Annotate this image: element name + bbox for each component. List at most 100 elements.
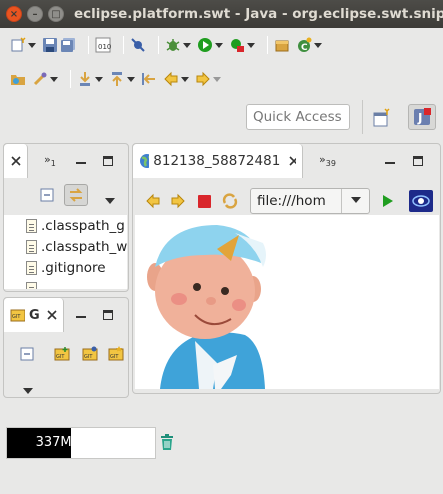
eclipse-icon[interactable] — [409, 190, 433, 212]
svg-text:GIT: GIT — [84, 354, 93, 360]
browser-overflow-tabs[interactable]: »39 — [319, 153, 336, 168]
browser-go-icon[interactable] — [381, 194, 395, 211]
browser-tab[interactable]: 812138_58872481 — [133, 144, 303, 178]
browser-tabbar: 812138_58872481 »39 — [133, 144, 440, 178]
url-input[interactable]: file:///hom — [257, 193, 326, 209]
browser-stop-icon[interactable] — [198, 195, 211, 211]
window-minimize-button[interactable]: – — [27, 6, 43, 22]
collapse-all-icon[interactable] — [40, 188, 54, 205]
file-icon — [26, 218, 37, 233]
close-icon[interactable] — [46, 309, 57, 321]
next-annotation-icon[interactable] — [77, 71, 93, 87]
window-maximize-button[interactable]: □ — [48, 6, 64, 22]
new-class-dropdown-icon[interactable] — [314, 37, 322, 53]
svg-text:GIT: GIT — [56, 354, 65, 360]
svg-text:GIT: GIT — [110, 354, 119, 360]
external-tools-icon[interactable] — [229, 37, 245, 53]
package-explorer-tabbar: »1 — [4, 144, 128, 178]
file-name: .classpath_w — [41, 238, 127, 255]
minimize-icon[interactable] — [76, 316, 86, 318]
svg-text:J: J — [417, 111, 422, 125]
file-icon — [26, 281, 37, 289]
browser-refresh-icon[interactable] — [222, 193, 238, 212]
new-class-icon[interactable]: C — [296, 37, 312, 53]
quick-access-field[interactable]: Quick Access — [246, 104, 350, 130]
title-bar: × – □ eclipse.platform.swt - Java - org.… — [0, 0, 443, 28]
window-title: eclipse.platform.swt - Java - org.eclips… — [74, 6, 443, 22]
skip-breakpoints-icon[interactable] — [130, 37, 146, 53]
toolbar-separator — [267, 36, 268, 54]
new-package-icon[interactable] — [274, 37, 290, 53]
open-perspective-icon[interactable] — [372, 108, 392, 128]
minimize-icon[interactable] — [76, 162, 86, 164]
search-dropdown-icon[interactable] — [50, 71, 58, 87]
git-tabbar: GIT G — [4, 298, 128, 332]
save-all-icon[interactable] — [60, 37, 76, 53]
toolbar-separator — [70, 70, 71, 88]
package-explorer-tree: .classpath_g .classpath_w .gitignore — [4, 215, 127, 289]
java-perspective-button[interactable]: J — [408, 104, 436, 130]
list-item[interactable]: .classpath_w — [4, 236, 127, 257]
browser-forward-icon[interactable] — [170, 193, 186, 212]
browser-page[interactable] — [135, 215, 439, 389]
svg-text:010: 010 — [98, 43, 111, 51]
explorer-overflow-tabs[interactable]: »1 — [44, 153, 56, 168]
package-explorer-tab[interactable] — [4, 144, 28, 178]
heap-status-bar[interactable]: 337M of 792M — [6, 427, 156, 459]
globe-icon — [140, 154, 150, 168]
previous-annotation-dropdown-icon[interactable] — [127, 71, 135, 87]
clone-repository-icon[interactable]: GIT — [82, 346, 98, 365]
svg-text:C: C — [301, 43, 308, 53]
list-item[interactable]: .gitignore — [4, 257, 127, 278]
view-menu-icon[interactable] — [23, 383, 33, 397]
collapse-all-icon[interactable] — [20, 347, 34, 364]
link-with-editor-button[interactable] — [64, 184, 88, 206]
forward-dropdown-icon[interactable] — [213, 71, 221, 87]
run-dropdown-icon[interactable] — [215, 37, 223, 53]
last-edit-icon[interactable] — [141, 71, 157, 87]
close-icon[interactable] — [288, 155, 296, 167]
file-icon — [26, 239, 37, 254]
minimize-icon[interactable] — [385, 162, 395, 164]
debug-icon[interactable] — [165, 37, 181, 53]
browser-back-icon[interactable] — [145, 193, 161, 212]
toolbar-separator — [88, 36, 89, 54]
next-annotation-dropdown-icon[interactable] — [95, 71, 103, 87]
maximize-icon[interactable] — [413, 156, 423, 166]
open-folder-icon[interactable] — [10, 71, 26, 87]
back-dropdown-icon[interactable] — [181, 71, 189, 87]
back-icon[interactable] — [163, 71, 179, 87]
file-name: .classpath_g — [41, 217, 125, 234]
maximize-icon[interactable] — [103, 156, 113, 166]
url-dropdown-icon[interactable] — [341, 189, 369, 213]
previous-annotation-icon[interactable] — [109, 71, 125, 87]
git-tab-label: G — [29, 307, 40, 323]
window-close-button[interactable]: × — [6, 6, 22, 22]
search-icon[interactable] — [32, 71, 48, 87]
url-combo[interactable]: file:///hom — [250, 188, 370, 214]
browser-tab-label: 812138_58872481 — [153, 153, 281, 169]
debug-dropdown-icon[interactable] — [183, 37, 191, 53]
run-icon[interactable] — [197, 37, 213, 53]
maximize-icon[interactable] — [103, 310, 113, 320]
open-type-icon[interactable]: 010 — [95, 37, 111, 53]
garbage-collect-icon[interactable] — [160, 434, 174, 451]
list-item-partial[interactable] — [4, 278, 127, 289]
new-icon[interactable] — [10, 37, 26, 53]
add-repository-icon[interactable]: GIT — [54, 346, 70, 365]
external-tools-dropdown-icon[interactable] — [247, 37, 255, 53]
main-toolbar-row-1: 010 C — [10, 34, 328, 56]
heap-status-text: 337M of 792M — [35, 435, 129, 450]
view-menu-icon[interactable] — [105, 193, 115, 207]
save-icon[interactable] — [42, 37, 58, 53]
perspective-separator — [362, 100, 363, 134]
forward-icon[interactable] — [195, 71, 211, 87]
close-icon[interactable] — [10, 155, 21, 167]
create-repository-icon[interactable]: GIT — [108, 346, 124, 365]
toolbar-separator — [123, 36, 124, 54]
new-dropdown-icon[interactable] — [28, 37, 36, 53]
git-tab[interactable]: GIT G — [4, 298, 64, 332]
figurine-image — [147, 225, 266, 389]
list-item[interactable]: .classpath_g — [4, 215, 127, 236]
git-repo-icon: GIT — [10, 309, 26, 322]
